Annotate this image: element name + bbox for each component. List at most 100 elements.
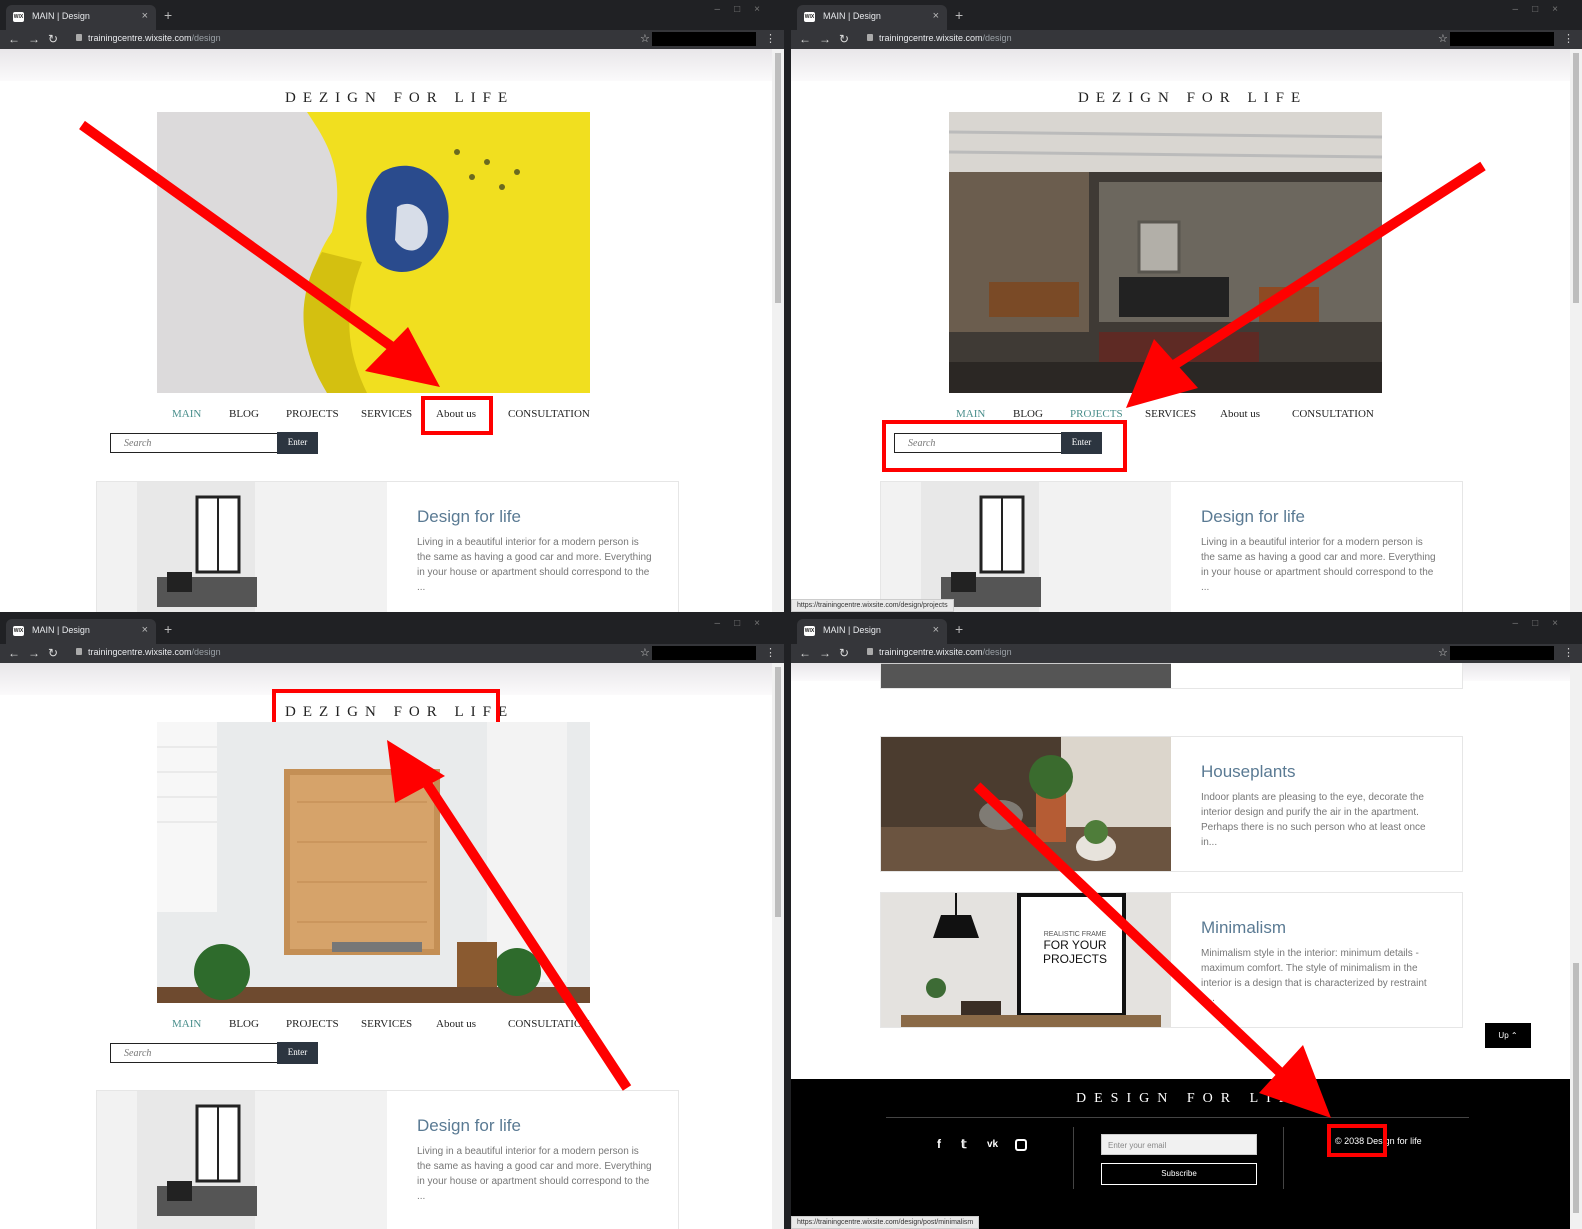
post-card[interactable]: Design for life Living in a beautiful in…	[880, 481, 1463, 612]
new-tab-icon[interactable]: +	[164, 7, 172, 23]
menu-main[interactable]: MAIN	[172, 408, 201, 420]
poster-big-text: FOR YOUR PROJECTS	[1042, 938, 1107, 966]
url-path: /design	[982, 33, 1012, 43]
url-field[interactable]: trainingcentre.wixsite.com/design	[88, 33, 221, 43]
scrollbar[interactable]	[1570, 663, 1582, 1229]
post-title[interactable]: Design for life	[417, 507, 521, 527]
header-strip	[0, 49, 784, 81]
window-controls[interactable]: –□×	[1513, 4, 1572, 15]
menu-blog[interactable]: BLOG	[229, 1018, 259, 1030]
bookmark-star-icon[interactable]: ☆	[1438, 32, 1448, 45]
enter-button[interactable]: Enter	[277, 432, 318, 454]
post-card[interactable]: Design for life Living in a beautiful in…	[96, 1090, 679, 1229]
close-tab-icon[interactable]: ×	[933, 10, 939, 22]
bookmark-star-icon[interactable]: ☆	[640, 646, 650, 659]
email-input[interactable]: Enter your email	[1101, 1134, 1257, 1155]
back-icon[interactable]: ←	[8, 32, 20, 46]
new-tab-icon[interactable]: +	[955, 621, 963, 637]
back-icon[interactable]: ←	[8, 646, 20, 660]
highlight-box	[421, 396, 493, 435]
redacted-box	[652, 646, 756, 660]
url-domain: trainingcentre.wixsite.com	[879, 33, 983, 43]
reload-icon[interactable]: ↻	[48, 32, 58, 46]
browser-tab[interactable]: WIX MAIN | Design ×	[6, 619, 156, 644]
post-card-minimalism[interactable]: REALISTIC FRAME FOR YOUR PROJECTS Minima…	[880, 892, 1463, 1028]
subscribe-button[interactable]: Subscribe	[1101, 1163, 1257, 1185]
reload-icon[interactable]: ↻	[839, 646, 849, 660]
url-field[interactable]: trainingcentre.wixsite.com/design	[879, 647, 1012, 657]
menu-consultation[interactable]: CONSULTATION	[1292, 408, 1374, 420]
enter-button[interactable]: Enter	[277, 1042, 318, 1064]
back-icon[interactable]: ←	[799, 646, 811, 660]
tab-title: MAIN | Design	[32, 625, 90, 635]
scrollbar[interactable]	[1570, 49, 1582, 612]
vk-icon[interactable]: vk	[987, 1139, 998, 1150]
hero-image	[949, 112, 1382, 393]
new-tab-icon[interactable]: +	[955, 7, 963, 23]
forward-icon[interactable]: →	[28, 646, 40, 660]
menu-dots-icon[interactable]: ⋮	[1563, 646, 1574, 659]
site-logo[interactable]: DEZIGN FOR LIFE	[1078, 90, 1307, 107]
bookmark-star-icon[interactable]: ☆	[1438, 646, 1448, 659]
post-excerpt: Living in a beautiful interior for a mod…	[417, 537, 652, 593]
forward-icon[interactable]: →	[819, 32, 831, 46]
reload-icon[interactable]: ↻	[48, 646, 58, 660]
menu-projects[interactable]: PROJECTS	[1070, 408, 1123, 420]
menu-services[interactable]: SERVICES	[1145, 408, 1196, 420]
browser-tab[interactable]: WIX MAIN | Design ×	[797, 5, 947, 30]
window-controls[interactable]: –□×	[715, 4, 774, 15]
url-field[interactable]: trainingcentre.wixsite.com/design	[879, 33, 1012, 43]
menu-consultation[interactable]: CONSULTATION	[508, 408, 590, 420]
forward-icon[interactable]: →	[819, 646, 831, 660]
menu-consultation[interactable]: CONSULTATION	[508, 1018, 590, 1030]
post-image: REALISTIC FRAME FOR YOUR PROJECTS	[881, 893, 1171, 1027]
reload-icon[interactable]: ↻	[839, 32, 849, 46]
scroll-up-button[interactable]: Up ⌃	[1485, 1023, 1531, 1048]
menu-projects[interactable]: PROJECTS	[286, 1018, 339, 1030]
poster-small-text: REALISTIC FRAME	[1043, 931, 1107, 938]
post-image	[881, 482, 1171, 612]
search-input[interactable]: Search	[110, 1043, 278, 1063]
menu-main[interactable]: MAIN	[172, 1018, 201, 1030]
post-title[interactable]: Minimalism	[1201, 918, 1286, 938]
facebook-icon[interactable]: f	[937, 1137, 941, 1151]
bookmark-star-icon[interactable]: ☆	[640, 32, 650, 45]
menu-about-us[interactable]: About us	[1220, 408, 1260, 420]
close-tab-icon[interactable]: ×	[142, 624, 148, 636]
close-tab-icon[interactable]: ×	[933, 624, 939, 636]
window-controls[interactable]: –□×	[1513, 618, 1572, 629]
back-icon[interactable]: ←	[799, 32, 811, 46]
post-card-houseplants[interactable]: Houseplants Indoor plants are pleasing t…	[880, 736, 1463, 872]
menu-dots-icon[interactable]: ⋮	[765, 32, 776, 45]
post-title[interactable]: Design for life	[1201, 507, 1305, 527]
twitter-icon[interactable]: 𝕥	[961, 1137, 967, 1151]
menu-blog[interactable]: BLOG	[229, 408, 259, 420]
site-logo[interactable]: DEZIGN FOR LIFE	[285, 90, 514, 107]
close-tab-icon[interactable]: ×	[142, 10, 148, 22]
footer-vertical-divider	[1073, 1127, 1074, 1189]
menu-services[interactable]: SERVICES	[361, 408, 412, 420]
forward-icon[interactable]: →	[28, 32, 40, 46]
post-title[interactable]: Houseplants	[1201, 762, 1296, 782]
wix-favicon-icon: WIX	[13, 12, 24, 22]
post-card[interactable]: Design for life Living in a beautiful in…	[96, 481, 679, 612]
post-title[interactable]: Design for life	[417, 1116, 521, 1136]
menu-dots-icon[interactable]: ⋮	[1563, 32, 1574, 45]
scrollbar[interactable]	[772, 663, 784, 1229]
menu-blog[interactable]: BLOG	[1013, 408, 1043, 420]
menu-main[interactable]: MAIN	[956, 408, 985, 420]
new-tab-icon[interactable]: +	[164, 621, 172, 637]
window-controls[interactable]: –□×	[715, 618, 774, 629]
web-page: DEZIGN FOR LIFE MAIN BLOG PROJECTS SERVI…	[0, 663, 784, 1229]
post-card-partial[interactable]	[880, 663, 1463, 689]
scrollbar[interactable]	[772, 49, 784, 612]
search-input[interactable]: Search	[110, 433, 278, 453]
menu-services[interactable]: SERVICES	[361, 1018, 412, 1030]
url-field[interactable]: trainingcentre.wixsite.com/design	[88, 647, 221, 657]
menu-about-us[interactable]: About us	[436, 1018, 476, 1030]
menu-projects[interactable]: PROJECTS	[286, 408, 339, 420]
menu-dots-icon[interactable]: ⋮	[765, 646, 776, 659]
browser-tab[interactable]: WIX MAIN | Design ×	[6, 5, 156, 30]
instagram-icon[interactable]	[1015, 1139, 1027, 1151]
browser-tab[interactable]: WIX MAIN | Design ×	[797, 619, 947, 644]
